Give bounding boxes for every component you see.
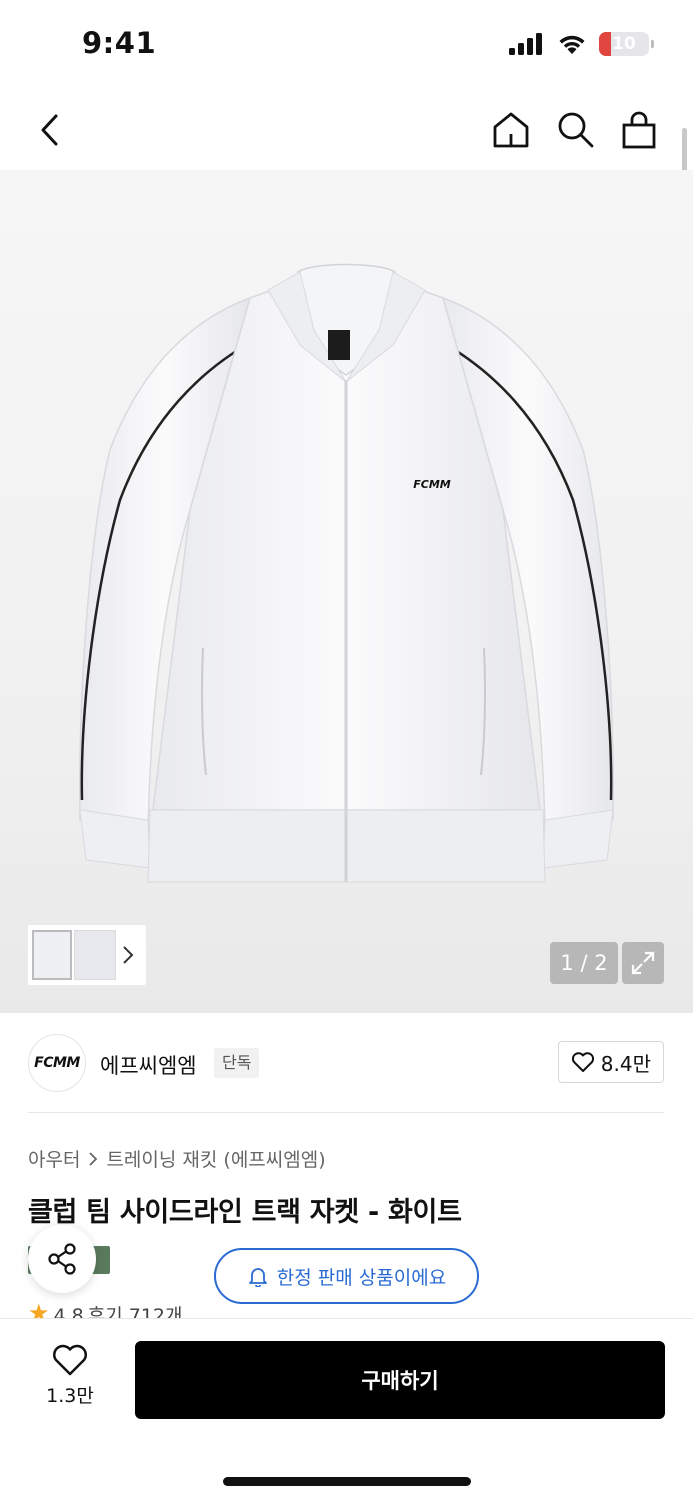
heart-icon (571, 1052, 594, 1072)
breadcrumb-subcategory[interactable]: 트레이닝 재킷 (에프씨엠엠) (106, 1145, 325, 1172)
back-icon (41, 114, 58, 146)
battery-level: 10 (612, 34, 636, 54)
back-button[interactable] (26, 106, 74, 154)
shopping-bag-icon (622, 111, 656, 149)
thumbnail-strip[interactable] (28, 925, 146, 985)
favorite-count: 1.3만 (46, 1385, 94, 1407)
brand-like-button[interactable]: 8.4만 (557, 1041, 664, 1083)
page-indicator: 1 / 2 (550, 942, 618, 984)
search-button[interactable] (551, 106, 599, 154)
status-bar: 9:41 10 (0, 0, 693, 90)
breadcrumb: 아우터 트레이닝 재킷 (에프씨엠엠) (28, 1145, 326, 1172)
top-nav (0, 92, 693, 168)
buy-button[interactable]: 구매하기 (135, 1341, 665, 1419)
product-image-gallery[interactable]: FCMM 1 / 2 (0, 170, 693, 1013)
battery-icon: 10 (599, 32, 654, 56)
product-title: 클럽 팀 사이드라인 트랙 자켓 - 화이트 (28, 1197, 462, 1228)
cart-button[interactable] (615, 106, 663, 154)
brand-like-count: 8.4만 (600, 1051, 651, 1076)
bell-icon (248, 1268, 267, 1287)
heart-icon (53, 1344, 87, 1376)
limited-sale-text: 한정 판매 상품이에요 (276, 1266, 447, 1289)
bottom-action-bar: 1.3만 구매하기 (0, 1318, 693, 1500)
divider (28, 1112, 664, 1113)
share-button[interactable] (28, 1225, 96, 1293)
thumbnail-front[interactable] (32, 930, 72, 980)
chevron-right-icon (89, 1151, 98, 1166)
breadcrumb-category[interactable]: 아우터 (28, 1145, 80, 1172)
status-time: 9:41 (82, 26, 157, 60)
brand-name[interactable]: 에프씨엠엠 (100, 1050, 197, 1080)
brand-logo[interactable]: FCMM (28, 1034, 86, 1092)
home-icon (493, 112, 529, 148)
expand-icon (631, 951, 655, 975)
product-image: FCMM (79, 263, 614, 883)
signal-icon (509, 33, 542, 55)
home-indicator (223, 1477, 471, 1486)
expand-button[interactable] (622, 942, 664, 984)
favorite-button[interactable]: 1.3만 (34, 1343, 106, 1413)
home-button[interactable] (487, 106, 535, 154)
limited-sale-notice[interactable]: 한정 판매 상품이에요 (214, 1248, 479, 1304)
chevron-right-icon[interactable] (122, 945, 134, 965)
wifi-icon (559, 35, 585, 54)
status-icons: 10 (509, 32, 654, 56)
search-icon (558, 112, 594, 148)
share-icon (48, 1243, 76, 1275)
exclusive-badge: 단독 (214, 1048, 260, 1078)
chest-logo: FCMM (413, 478, 451, 491)
brand-row: FCMM 에프씨엠엠 단독 8.4만 (28, 1034, 664, 1092)
thumbnail-back[interactable] (74, 930, 116, 980)
